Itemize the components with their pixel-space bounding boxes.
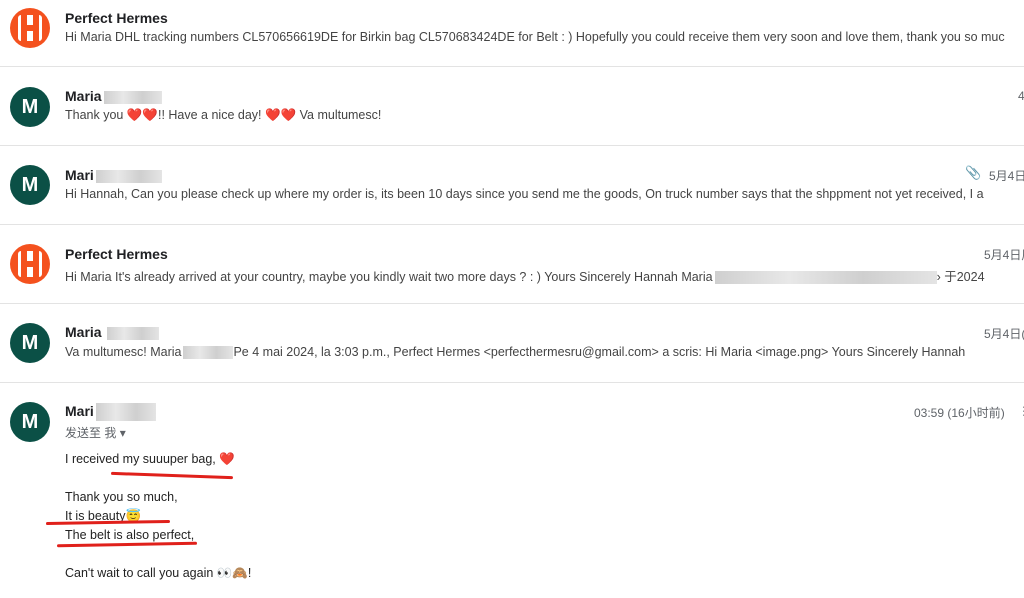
- snippet-part: Va multumesc!: [296, 108, 382, 122]
- avatar-letter: M: [21, 173, 39, 196]
- avatar-hermes-icon: [10, 8, 50, 48]
- email-row-2[interactable]: M Maria Thank you ❤️❤️!! Have a nice day…: [0, 67, 1024, 146]
- heart-emoji: ❤️: [219, 452, 235, 466]
- body-line-2: Thank you so much,: [65, 490, 178, 504]
- snippet-part: !! Have a nice day!: [157, 108, 265, 122]
- snippet-part: › 于2024: [936, 270, 985, 284]
- redacted-blur: [183, 346, 234, 360]
- sender-name-text: Mari: [65, 167, 94, 183]
- body-line-4: The belt is also perfect,: [65, 528, 195, 542]
- redacted-blur: [107, 326, 160, 340]
- avatar-maria-icon: M: [10, 87, 50, 127]
- email-date: 5月4日(: [984, 327, 1024, 341]
- recipient-toggle[interactable]: 发送至 我 ▾: [65, 424, 126, 441]
- email-snippet: Hi Maria DHL tracking numbers CL57065661…: [65, 30, 1005, 44]
- email-row-4[interactable]: Perfect Hermes Hi Maria It's already arr…: [0, 225, 1024, 304]
- hearts-emoji: ❤️❤️: [126, 108, 158, 122]
- redacted-blur: [95, 403, 156, 422]
- body-line-1: I received my suuuper bag, ❤️: [65, 452, 235, 467]
- more-options-icon[interactable]: ⋮: [1018, 404, 1024, 418]
- eyes-monkey-emoji: 👀🙈!: [216, 566, 252, 580]
- email-snippet: Va multumesc! Maria Pe 4 mai 2024, la 3:0…: [65, 345, 995, 360]
- redacted-blur: [95, 169, 162, 183]
- email-date: 4: [1018, 89, 1024, 103]
- avatar-maria-icon: M: [10, 323, 50, 363]
- sender-name: Maria: [65, 88, 162, 104]
- body-text: Can't wait to call you again: [65, 566, 217, 580]
- email-row-1[interactable]: Perfect Hermes Hi Maria DHL tracking num…: [0, 0, 1024, 67]
- redacted-blur: [103, 90, 162, 104]
- chevron-down-icon: ▾: [119, 426, 126, 440]
- snippet-part: Pe 4 mai 2024, la 3:03 p.m., Perfect Her…: [233, 345, 966, 359]
- snippet-part: Hi Maria It's already arrived at your co…: [65, 270, 713, 284]
- email-row-3[interactable]: M Mari Hi Hannah, Can you please check u…: [0, 146, 1024, 225]
- sender-name-text: Mari: [65, 403, 94, 419]
- recipient-text: 发送至 我: [65, 426, 117, 440]
- avatar-letter: M: [21, 95, 39, 118]
- snippet-part: Thank you: [65, 108, 127, 122]
- email-snippet: Thank you ❤️❤️!! Have a nice day! ❤️❤️ V…: [65, 108, 965, 123]
- hearts-emoji: ❤️❤️: [265, 108, 297, 122]
- sender-name: Maria: [65, 324, 160, 340]
- email-date: 5月4日: [989, 169, 1024, 183]
- avatar-maria-icon: M: [10, 402, 50, 442]
- sender-name: Perfect Hermes: [65, 10, 168, 26]
- attachment-icon: 📎: [965, 165, 982, 180]
- avatar-letter: M: [21, 331, 39, 354]
- redacted-blur: [714, 271, 937, 285]
- email-time: 03:59 (16小时前): [914, 406, 1005, 420]
- email-date: 5月4日周: [984, 248, 1024, 262]
- email-snippet: Hi Maria It's already arrived at your co…: [65, 266, 1015, 285]
- body-text: I received my suuuper bag,: [65, 452, 220, 466]
- email-row-5[interactable]: M Maria Va multumesc! Maria Pe 4 mai 2024…: [0, 304, 1024, 383]
- avatar-maria-icon: M: [10, 165, 50, 205]
- sender-name-text: Maria: [65, 88, 102, 104]
- sender-name: Mari: [65, 167, 162, 183]
- avatar-hermes-icon: [10, 244, 50, 284]
- body-line-5: Can't wait to call you again 👀🙈!: [65, 566, 251, 581]
- sender-name: Perfect Hermes: [65, 246, 168, 262]
- sender-name-text: Maria: [65, 324, 102, 340]
- sender-name: Mari: [65, 403, 156, 422]
- snippet-part: Va multumesc! Maria: [65, 345, 182, 359]
- avatar-letter: M: [21, 410, 39, 433]
- email-snippet: Hi Hannah, Can you please check up where…: [65, 187, 984, 201]
